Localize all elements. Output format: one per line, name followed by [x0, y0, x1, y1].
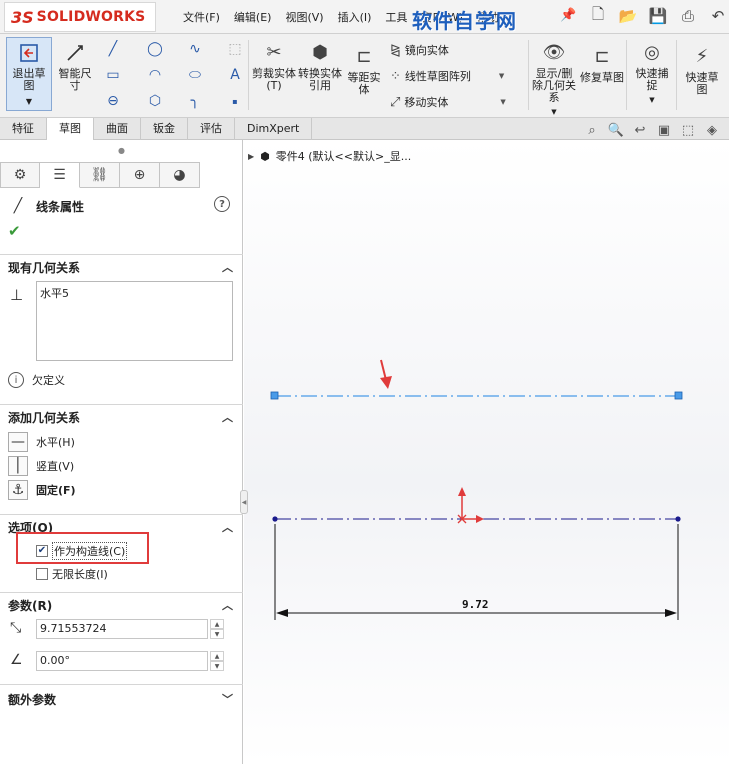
sketch-canvas — [270, 359, 683, 620]
line-endpoint-left[interactable] — [272, 516, 278, 522]
annotation-arrow-icon — [380, 359, 392, 389]
line-endpoint-right[interactable] — [675, 516, 681, 522]
sketch-origin-icon — [457, 487, 484, 524]
dimension-value[interactable]: 9.72 — [462, 598, 489, 611]
line-endpoint-left[interactable] — [270, 391, 279, 400]
line-endpoint-right[interactable] — [674, 391, 683, 400]
